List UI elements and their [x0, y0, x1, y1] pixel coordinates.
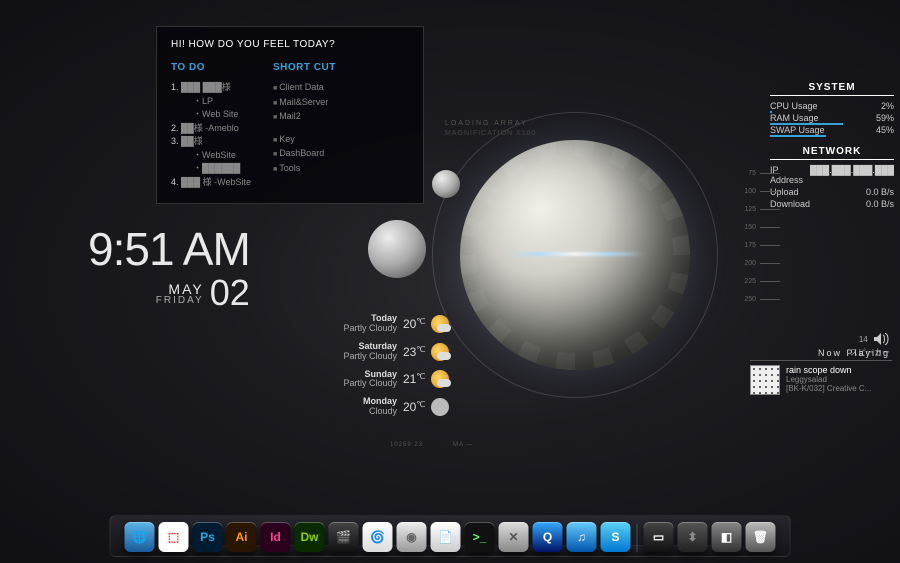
dock-app-dreamweaver[interactable]: Dw: [295, 522, 325, 552]
todo-item: 2. ██様 -Ameblo: [171, 122, 251, 136]
ruler-tick: 125: [744, 206, 780, 224]
nowplaying-header: Now Playing: [818, 348, 890, 358]
dock-app-globe[interactable]: 🌐: [125, 522, 155, 552]
volume-level: 14: [859, 335, 868, 344]
weather-row: SaturdayPartly Cloudy23℃: [337, 342, 449, 362]
dock-app-window[interactable]: ▭: [644, 522, 674, 552]
clock-day: 02: [210, 272, 250, 314]
dock-app-photoshop[interactable]: Ps: [193, 522, 223, 552]
todo-subitem: ██████: [171, 162, 251, 176]
system-title: SYSTEM: [770, 82, 894, 96]
ruler-tick: 100: [744, 188, 780, 206]
todo-column: TO DO 1. ███ ███様LPWeb Site2. ██様 -Amebl…: [171, 60, 251, 189]
wallpaper-moon-small: [432, 170, 460, 198]
weather-icon: [431, 343, 449, 361]
ruler-tick: 200: [744, 260, 780, 278]
system-row: RAM Usage59%: [770, 112, 894, 124]
dock-app-cube[interactable]: ◧: [712, 522, 742, 552]
weather-widget: TodayPartly Cloudy20℃ SaturdayPartly Clou…: [337, 314, 449, 425]
network-title: NETWORK: [770, 146, 894, 160]
dock-app-quicktime[interactable]: Q: [533, 522, 563, 552]
shortcut-item[interactable]: Mail&Server: [273, 96, 336, 110]
system-row: CPU Usage2%: [770, 100, 894, 112]
todo-subitem: WebSite: [171, 149, 251, 163]
track-title: rain scope down: [786, 365, 871, 375]
ruler-tick: 75: [744, 170, 780, 188]
shortcut-item[interactable]: Tools: [273, 162, 336, 176]
album-art: [750, 365, 780, 395]
track-artist: Leggysalad: [786, 375, 871, 384]
weather-icon: [431, 315, 449, 333]
ruler-tick: 175: [744, 242, 780, 260]
dock-app-disc[interactable]: ◉: [397, 522, 427, 552]
dock-app-tools[interactable]: ✕: [499, 522, 529, 552]
network-row: Download0.0 B/s: [770, 198, 894, 210]
weather-icon: [431, 398, 449, 416]
todo-subitem: LP: [171, 95, 251, 109]
dock-app-drive[interactable]: ⬍: [678, 522, 708, 552]
nowplaying-widget[interactable]: rain scope down Leggysalad [BK-K/032] Cr…: [750, 360, 892, 395]
wallpaper-moon-large: [368, 220, 426, 278]
dock-separator: [637, 524, 638, 552]
todo-header: TO DO: [171, 60, 251, 75]
ruler-tick: 225: [744, 278, 780, 296]
wallpaper-footer: 10259:23MA —: [390, 442, 473, 448]
ruler-tick: 150: [744, 224, 780, 242]
shortcut-item[interactable]: DashBoard: [273, 147, 336, 161]
clock-widget: 9:51 AM MAY FRIDAY 02: [88, 222, 250, 314]
todo-subitem: Web Site: [171, 108, 251, 122]
system-row: SWAP Usage45%: [770, 124, 894, 136]
shortcut-item[interactable]: Key: [273, 133, 336, 147]
dock-app-illustrator[interactable]: Ai: [227, 522, 257, 552]
speaker-icon[interactable]: [874, 333, 890, 347]
weather-row: MondayCloudy20℃: [337, 397, 449, 417]
dock-app-clapper[interactable]: 🎬: [329, 522, 359, 552]
weather-icon: [431, 370, 449, 388]
weather-row: TodayPartly Cloudy20℃: [337, 314, 449, 334]
shortcut-header: SHORT CUT: [273, 60, 336, 75]
network-row: IP Address███.███.███.███: [770, 164, 894, 186]
todo-item: 4. ███ 様 -WebSite: [171, 176, 251, 190]
shortcut-column: SHORT CUT Client DataMail&ServerMail2 Ke…: [273, 60, 336, 189]
dock-app-terminal[interactable]: >_: [465, 522, 495, 552]
dock-app-indesign[interactable]: Id: [261, 522, 291, 552]
ruler-tick: 250: [744, 296, 780, 314]
shortcut-item[interactable]: Client Data: [273, 81, 336, 95]
weather-row: SundayPartly Cloudy21℃: [337, 370, 449, 390]
dock-app-skype[interactable]: S: [601, 522, 631, 552]
todo-item: 3. ██様: [171, 135, 251, 149]
panel-title: HI! HOW DO YOU FEEL TODAY?: [171, 37, 409, 52]
track-album: [BK-K/032] Creative C...: [786, 384, 871, 393]
dock-app-notes[interactable]: 📄: [431, 522, 461, 552]
info-panel: HI! HOW DO YOU FEEL TODAY? TO DO 1. ███ …: [156, 26, 424, 204]
dock-app-grid[interactable]: ⬚: [159, 522, 189, 552]
clock-time: 9:51 AM: [88, 222, 250, 276]
wallpaper-lensflare: [505, 252, 645, 256]
todo-item: 1. ███ ███様: [171, 81, 251, 95]
system-widget: SYSTEM CPU Usage2%RAM Usage59%SWAP Usage…: [770, 82, 894, 210]
dock-app-trash[interactable]: 🗑: [746, 522, 776, 552]
ruler-ticks: 75100125150175200225250: [744, 170, 780, 314]
dock-app-blender[interactable]: 🌀: [363, 522, 393, 552]
dock-app-itunes[interactable]: ♫: [567, 522, 597, 552]
shortcut-item[interactable]: Mail2: [273, 110, 336, 124]
wallpaper-loading-text: LOADING ARRAY: [445, 120, 528, 127]
network-row: Upload0.0 B/s: [770, 186, 894, 198]
clock-dow: FRIDAY: [156, 295, 204, 306]
dock: 🌐⬚PsAiIdDw🎬🌀◉📄>_✕Q♫S ▭⬍◧🗑: [110, 515, 791, 557]
wallpaper-mag-text: MAGNIFICATION X100: [445, 130, 536, 137]
